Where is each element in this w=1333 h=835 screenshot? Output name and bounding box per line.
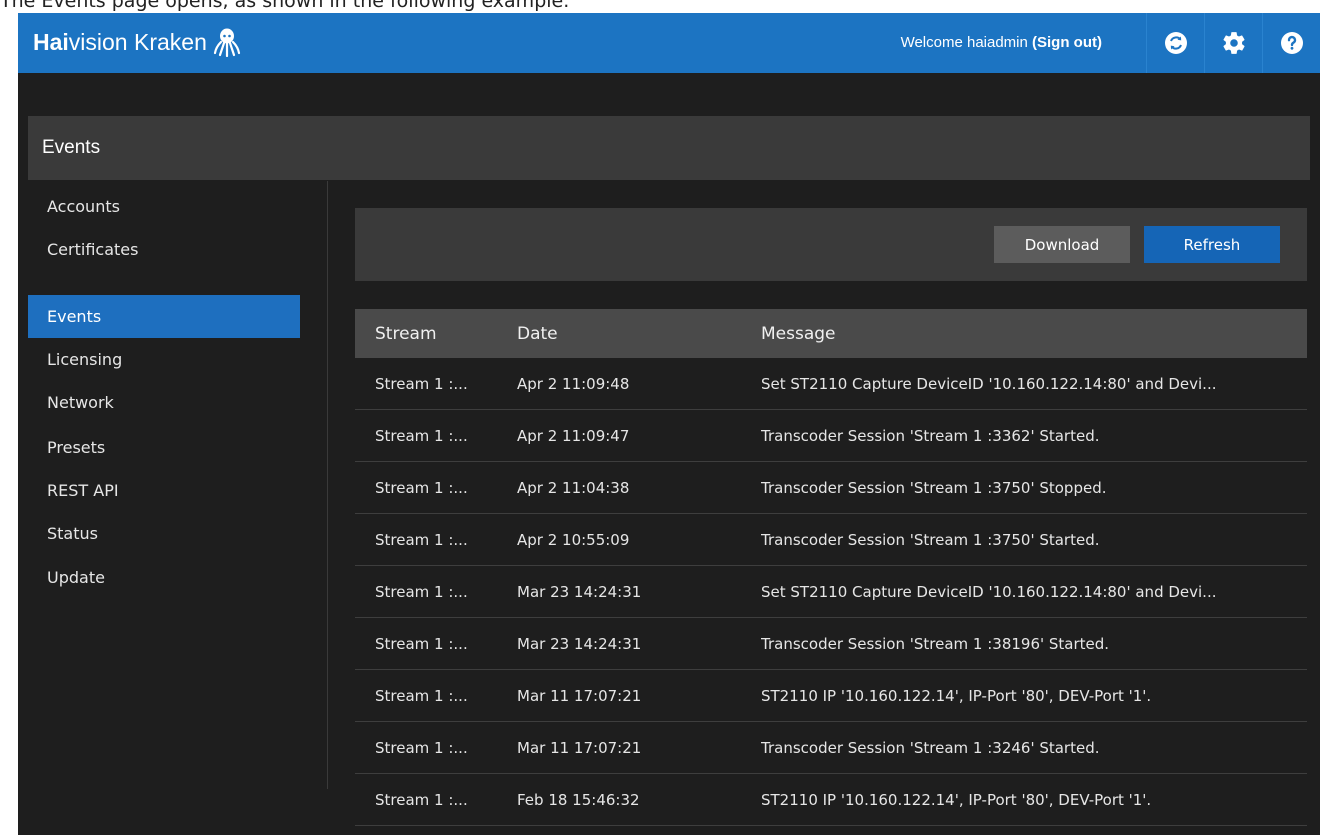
table-row[interactable]: Stream 1 :... Apr 2 10:55:09 Transcoder Se…: [355, 514, 1307, 566]
table-body: Stream 1 :... Apr 2 11:09:48 Set ST2110 Ca…: [355, 358, 1307, 826]
cell-stream: Stream 1 :...: [375, 426, 468, 445]
welcome-message: Welcome haiadmin (Sign out): [901, 32, 1102, 54]
column-header-message[interactable]: Message: [761, 324, 1307, 344]
download-button[interactable]: Download: [994, 226, 1130, 263]
app-window: Hai vision Kraken Welcome haiadmin (Sign …: [18, 13, 1320, 835]
settings-button[interactable]: [1204, 13, 1262, 73]
cell-stream: Stream 1 :...: [375, 530, 468, 549]
table-row[interactable]: Stream 1 :... Mar 11 17:07:21 ST2110 IP '1…: [355, 670, 1307, 722]
page-caption: The Events page opens, as shown in the f…: [0, 0, 570, 12]
page-title: Events: [42, 137, 101, 158]
cell-stream: Stream 1 :...: [375, 374, 468, 393]
events-toolbar: Download Refresh: [355, 208, 1307, 281]
sidebar-item-status[interactable]: Status: [28, 512, 300, 555]
cell-date: Apr 2 11:09:48: [517, 374, 630, 393]
sidebar-item-licensing[interactable]: Licensing: [28, 338, 300, 381]
column-header-stream[interactable]: Stream: [355, 324, 517, 344]
cell-message: Transcoder Session 'Stream 1 :3750' Stop…: [761, 478, 1107, 497]
sidebar: Accounts Certificates Events Licensing N…: [28, 185, 328, 785]
top-bar: Hai vision Kraken Welcome haiadmin (Sign …: [18, 13, 1320, 73]
sync-icon: [1164, 32, 1187, 54]
page-header: Events: [28, 116, 1310, 180]
cell-message: Transcoder Session 'Stream 1 :3750' Star…: [761, 530, 1100, 549]
cell-stream: Stream 1 :...: [375, 686, 468, 705]
brand-name-bold: Hai: [33, 29, 69, 55]
gear-icon: [1222, 32, 1245, 54]
table-row[interactable]: Stream 1 :... Apr 2 11:04:38 Transcoder Se…: [355, 462, 1307, 514]
table-row[interactable]: Stream 1 :... Apr 2 11:09:48 Set ST2110 Ca…: [355, 358, 1307, 410]
cell-stream: Stream 1 :...: [375, 790, 468, 809]
cell-date: Apr 2 11:04:38: [517, 478, 630, 497]
cell-message: Set ST2110 Capture DeviceID '10.160.122.…: [761, 374, 1217, 393]
sidebar-divider: [327, 181, 328, 789]
sidebar-item-presets[interactable]: Presets: [28, 426, 300, 469]
cell-date: Mar 11 17:07:21: [517, 738, 642, 757]
help-button[interactable]: [1262, 13, 1320, 73]
cell-message: ST2110 IP '10.160.122.14', IP-Port '80',…: [761, 790, 1152, 809]
cell-date: Mar 23 14:24:31: [517, 634, 642, 653]
help-icon: [1280, 32, 1303, 54]
table-row[interactable]: Stream 1 :... Apr 2 11:09:47 Transcoder Se…: [355, 410, 1307, 462]
sidebar-item-events[interactable]: Events: [28, 295, 300, 338]
welcome-text: Welcome haiadmin: [900, 34, 1033, 51]
events-table: Stream Date Message Stream 1 :... Apr 2 1…: [355, 309, 1307, 826]
sign-out-link[interactable]: (Sign out): [1032, 34, 1102, 51]
cell-message: Transcoder Session 'Stream 1 :3362' Star…: [761, 426, 1100, 445]
sidebar-item-network[interactable]: Network: [28, 381, 300, 424]
table-row[interactable]: Stream 1 :... Feb 18 15:46:32 ST2110 IP '1…: [355, 774, 1307, 826]
cell-date: Apr 2 10:55:09: [517, 530, 630, 549]
sync-button[interactable]: [1146, 13, 1204, 73]
table-header: Stream Date Message: [355, 309, 1307, 358]
cell-date: Feb 18 15:46:32: [517, 790, 640, 809]
toolbar-icons: [1146, 13, 1320, 73]
table-row[interactable]: Stream 1 :... Mar 23 14:24:31 Transcoder S…: [355, 618, 1307, 670]
octopus-logo-icon: [213, 28, 240, 57]
cell-message: Transcoder Session 'Stream 1 :3246' Star…: [761, 738, 1100, 757]
column-header-date[interactable]: Date: [517, 324, 761, 344]
sidebar-item-rest-api[interactable]: REST API: [28, 469, 300, 512]
cell-date: Mar 11 17:07:21: [517, 686, 642, 705]
cell-message: ST2110 IP '10.160.122.14', IP-Port '80',…: [761, 686, 1152, 705]
sidebar-item-update[interactable]: Update: [28, 556, 300, 599]
cell-stream: Stream 1 :...: [375, 634, 468, 653]
brand-name-rest: vision Kraken: [68, 29, 207, 55]
sidebar-item-certificates[interactable]: Certificates: [28, 228, 300, 271]
cell-message: Set ST2110 Capture DeviceID '10.160.122.…: [761, 582, 1217, 601]
cell-date: Apr 2 11:09:47: [517, 426, 630, 445]
table-row[interactable]: Stream 1 :... Mar 23 14:24:31 Set ST2110 C…: [355, 566, 1307, 618]
cell-stream: Stream 1 :...: [375, 478, 468, 497]
cell-stream: Stream 1 :...: [375, 582, 468, 601]
brand-logo[interactable]: Hai vision Kraken: [33, 27, 241, 57]
cell-stream: Stream 1 :...: [375, 738, 468, 757]
cell-date: Mar 23 14:24:31: [517, 582, 642, 601]
refresh-button[interactable]: Refresh: [1144, 226, 1280, 263]
cell-message: Transcoder Session 'Stream 1 :38196' Sta…: [761, 634, 1110, 653]
table-row[interactable]: Stream 1 :... Mar 11 17:07:21 Transcoder S…: [355, 722, 1307, 774]
sidebar-item-accounts[interactable]: Accounts: [28, 185, 300, 228]
